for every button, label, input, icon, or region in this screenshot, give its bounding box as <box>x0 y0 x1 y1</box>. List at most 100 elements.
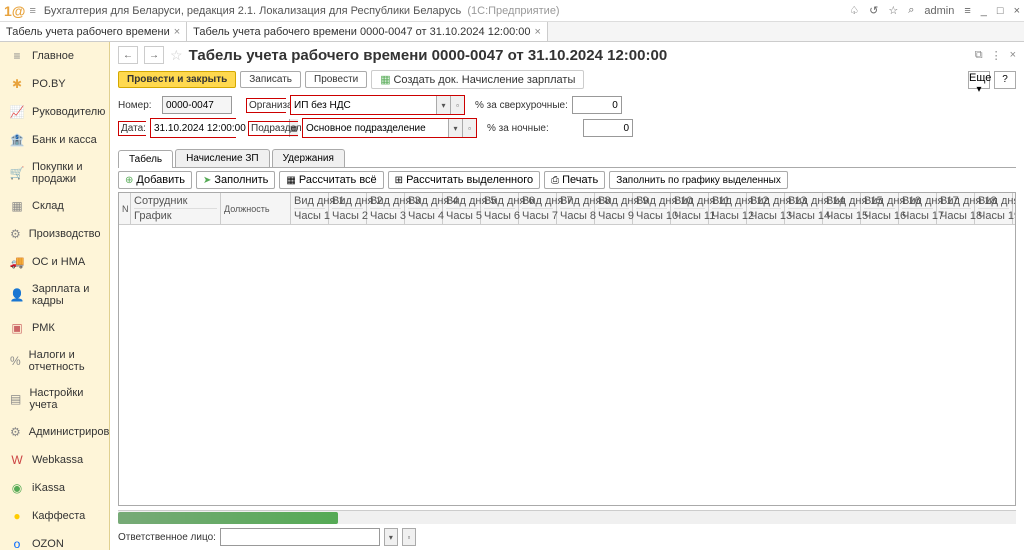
col-day: Вид дня 4Часы 4 <box>405 193 443 224</box>
menu-icon[interactable]: ≡ <box>29 5 35 17</box>
sidebar-item[interactable]: ◉iKassa <box>0 474 109 502</box>
maximize-icon[interactable]: □ <box>997 5 1004 17</box>
number-input[interactable] <box>162 96 232 114</box>
sidebar-item-label: Склад <box>32 200 64 212</box>
close-icon[interactable]: × <box>174 26 180 38</box>
overtime-input[interactable] <box>572 96 622 114</box>
sidebar-item[interactable]: 🏦Банк и касса <box>0 126 109 154</box>
close-icon[interactable]: × <box>1010 49 1016 62</box>
sidebar-item[interactable]: 👤Зарплата и кадры <box>0 276 109 314</box>
sidebar-item[interactable]: ⚙Производство <box>0 220 109 248</box>
sidebar-icon: 🏦 <box>10 133 24 147</box>
save-button[interactable]: Записать <box>240 71 301 88</box>
sidebar-item-label: ОС и НМА <box>32 256 85 268</box>
settings-icon[interactable]: ≡ <box>964 5 970 17</box>
sidebar-icon: 🚚 <box>10 255 24 269</box>
add-button[interactable]: ⊕Добавить <box>118 171 192 189</box>
col-day: Вид дня 15Часы 15 <box>823 193 861 224</box>
more-button[interactable]: Еще ▾ <box>968 71 990 89</box>
tab-0[interactable]: Табель учета рабочего времени× <box>0 22 187 41</box>
bell-icon[interactable]: ♤ <box>849 4 859 17</box>
col-day: Вид дня 1Часы 1 <box>291 193 329 224</box>
post-close-button[interactable]: Провести и закрыть <box>118 71 236 88</box>
col-day: Вид дня 10Часы 10 <box>633 193 671 224</box>
col-day: Вид дня 16Часы 16 <box>861 193 899 224</box>
dept-input[interactable] <box>303 119 448 137</box>
subtab-deduct[interactable]: Удержания <box>272 149 345 167</box>
sidebar-item[interactable]: WWebkassa <box>0 446 109 474</box>
minimize-icon[interactable]: _ <box>981 5 987 17</box>
back-button[interactable]: ← <box>118 46 138 64</box>
close-icon[interactable]: × <box>1014 5 1020 17</box>
print-button[interactable]: ⎙Печать <box>544 171 605 189</box>
sidebar-item[interactable]: 🚚 ОС и НМА <box>0 248 109 276</box>
favorite-icon[interactable]: ☆ <box>170 47 183 64</box>
sidebar-item-label: Зарплата и кадры <box>32 283 99 307</box>
arrow-icon: ➤ <box>203 175 211 186</box>
tab-1[interactable]: Табель учета рабочего времени 0000-0047 … <box>187 22 548 41</box>
user-label[interactable]: admin <box>924 5 954 17</box>
create-doc-button[interactable]: ▦ Создать док. Начисление зарплаты <box>371 70 584 89</box>
help-button[interactable]: ? <box>994 71 1016 89</box>
col-day: Вид дня 6Часы 6 <box>481 193 519 224</box>
post-button[interactable]: Провести <box>305 71 367 88</box>
col-day: Вид дня 13Часы 13 <box>747 193 785 224</box>
subtab-payroll[interactable]: Начисление ЗП <box>175 149 269 167</box>
sidebar-item[interactable]: 📈Руководителю <box>0 98 109 126</box>
sidebar-item[interactable]: ●Каффеста <box>0 502 109 530</box>
col-day: Вид дня 17Часы 17 <box>899 193 937 224</box>
sidebar-icon: ▣ <box>10 321 24 335</box>
history-icon[interactable]: ↺ <box>869 4 878 17</box>
sidebar-item[interactable]: 🛒Покупки и продажи <box>0 154 109 192</box>
sidebar-item[interactable]: ≡Главное <box>0 42 109 70</box>
resp-label: Ответственное лицо: <box>118 532 216 543</box>
overtime-label: % за сверхурочные: <box>475 100 568 111</box>
fill-button[interactable]: ➤Заполнить <box>196 171 275 189</box>
sidebar-item-label: Главное <box>32 50 74 62</box>
calc-sel-button[interactable]: ⊞Рассчитать выделенного <box>388 171 540 189</box>
sidebar-item[interactable]: ▣РМК <box>0 314 109 342</box>
dropdown-icon[interactable]: ▾ <box>448 119 462 137</box>
sidebar-icon: o <box>10 537 24 550</box>
dropdown-icon[interactable]: ▾ <box>436 96 450 114</box>
menu-icon[interactable]: ⋮ <box>991 49 1002 62</box>
col-day: Вид дня 19Часы 19 <box>975 193 1013 224</box>
org-input[interactable] <box>291 96 436 114</box>
dropdown-icon[interactable]: ▾ <box>384 528 398 546</box>
open-window-icon[interactable]: ⧉ <box>975 49 983 62</box>
sidebar-icon: ✱ <box>10 77 24 91</box>
app-title: Бухгалтерия для Беларуси, редакция 2.1. … <box>44 5 849 17</box>
forward-button[interactable]: → <box>144 46 164 64</box>
sidebar-item[interactable]: ✱PO.BY <box>0 70 109 98</box>
night-input[interactable] <box>583 119 633 137</box>
night-label: % за ночные: <box>487 123 579 134</box>
sidebar-item-label: Производство <box>29 228 101 240</box>
sidebar-item[interactable]: oOZON <box>0 530 109 550</box>
sidebar-item[interactable]: ▤Настройки учета <box>0 380 109 418</box>
col-n: N <box>119 193 131 224</box>
horizontal-scrollbar[interactable] <box>118 510 1016 524</box>
titlebar: 1@ ≡ Бухгалтерия для Беларуси, редакция … <box>0 0 1024 22</box>
sidebar-item[interactable]: ▦Склад <box>0 192 109 220</box>
calc-all-button[interactable]: ▦Рассчитать всё <box>279 171 383 189</box>
fill-sel-button[interactable]: Заполнить по графику выделенных <box>609 171 788 189</box>
sidebar-item-label: Покупки и продажи <box>32 161 99 185</box>
calc-icon: ⊞ <box>395 175 403 186</box>
subtab-table[interactable]: Табель <box>118 150 173 168</box>
resp-input[interactable] <box>220 528 380 546</box>
sidebar-item[interactable]: %Налоги и отчетность <box>0 342 109 380</box>
open-icon[interactable]: ▫ <box>402 528 416 546</box>
search-icon[interactable]: ⌕ <box>908 4 914 17</box>
plus-icon: ⊕ <box>125 175 133 186</box>
star-icon[interactable]: ☆ <box>888 4 898 17</box>
tab-strip: Табель учета рабочего времени× Табель уч… <box>0 22 1024 42</box>
close-icon[interactable]: × <box>535 26 541 38</box>
col-pos: Должность <box>221 193 291 224</box>
open-icon[interactable]: ▫ <box>462 119 476 137</box>
print-icon: ⎙ <box>551 175 559 186</box>
open-icon[interactable]: ▫ <box>450 96 464 114</box>
col-day: Вид дня 12Часы 12 <box>709 193 747 224</box>
sidebar-item-label: Каффеста <box>32 510 85 522</box>
sidebar-item[interactable]: ⚙Администрирование <box>0 418 109 446</box>
data-grid[interactable]: NСотрудникГрафикДолжностьВид дня 1Часы 1… <box>118 192 1016 506</box>
